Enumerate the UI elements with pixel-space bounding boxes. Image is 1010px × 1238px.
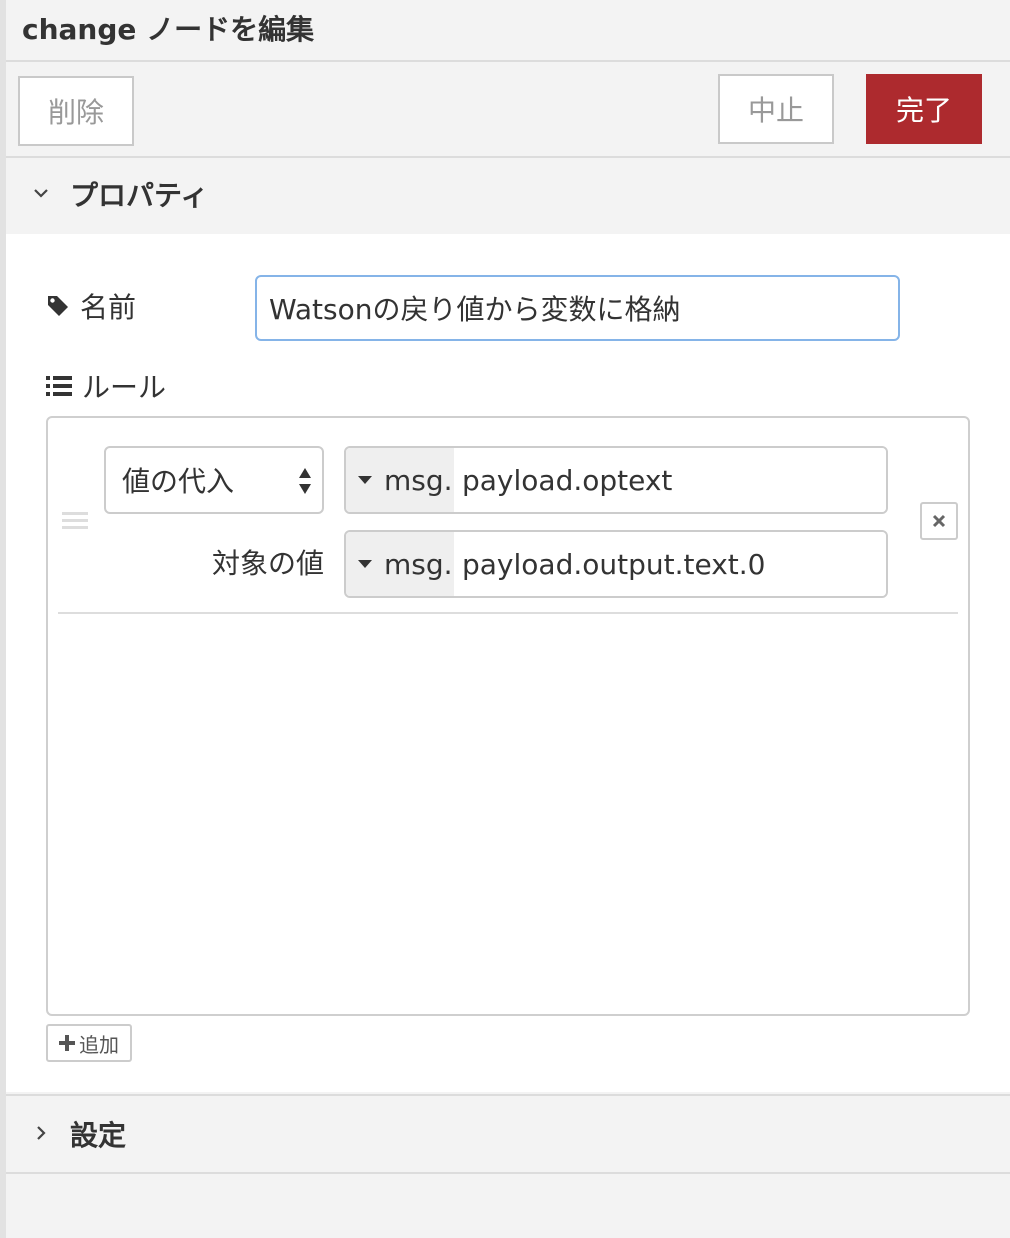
plus-icon [59, 1035, 75, 1051]
cancel-button[interactable]: 中止 [718, 74, 834, 144]
dialog-title: change ノードを編集 [22, 13, 315, 46]
target-type-button[interactable]: msg. [346, 532, 454, 596]
tray-toolbar: 削除 中止 完了 [6, 62, 1010, 158]
chevron-right-icon [37, 1126, 46, 1140]
delete-button[interactable]: 削除 [18, 76, 134, 146]
tag-icon [48, 296, 68, 316]
properties-section-label: プロパティ [70, 179, 209, 212]
done-button[interactable]: 完了 [866, 74, 982, 144]
target-type-label: msg. [384, 547, 453, 581]
rules-row-label: ルール [46, 366, 166, 406]
property-type-button[interactable]: msg. [346, 448, 454, 512]
edit-tray: change ノードを編集 削除 中止 完了 プロパティ 名前 Watsonの戻… [0, 0, 1010, 1238]
properties-content: 名前 ルール 値の代入 [6, 234, 1010, 1092]
target-value-field[interactable] [454, 532, 886, 596]
rule-divider [58, 612, 958, 614]
caret-down-icon [358, 476, 372, 484]
add-rule-label: 追加 [79, 1032, 119, 1057]
name-row-label: 名前 [46, 286, 136, 326]
add-rule-button[interactable]: 追加 [46, 1024, 132, 1062]
settings-section-label: 設定 [70, 1119, 127, 1152]
rule-action-select[interactable]: 値の代入 [104, 446, 324, 514]
select-arrows-icon [299, 468, 311, 494]
properties-section-header[interactable]: プロパティ [6, 158, 1010, 234]
property-type-label: msg. [384, 463, 453, 497]
remove-rule-button[interactable] [920, 502, 958, 540]
name-label: 名前 [80, 291, 137, 324]
tray-header: change ノードを編集 [6, 0, 1010, 62]
name-field[interactable] [255, 275, 900, 341]
rules-label: ルール [82, 371, 167, 404]
chevron-down-icon [34, 189, 48, 198]
settings-section-header[interactable]: 設定 [6, 1094, 1010, 1174]
drag-handle-icon[interactable] [62, 510, 88, 532]
rules-list: 値の代入 msg. 対象の値 [46, 416, 970, 1016]
close-icon [932, 514, 946, 528]
rule-property-input: msg. [344, 446, 888, 514]
rule-action-value: 値の代入 [122, 465, 235, 498]
rule-target-input: msg. [344, 530, 888, 598]
caret-down-icon [358, 560, 372, 568]
list-icon [46, 376, 72, 396]
property-value-field[interactable] [454, 448, 886, 512]
target-value-label: 対象の値 [212, 547, 325, 580]
